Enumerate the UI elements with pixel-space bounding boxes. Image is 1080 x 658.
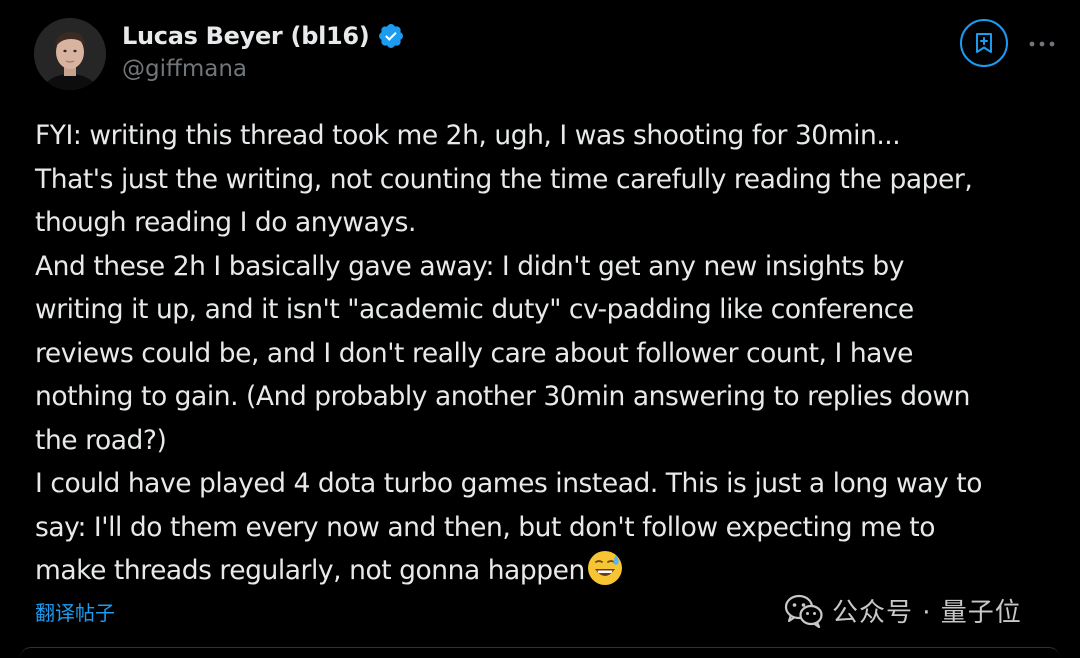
tweet-line: writing it up, and it isn't "academic du… [35, 294, 914, 325]
avatar[interactable] [34, 18, 106, 90]
tweet-line: the road?) [35, 424, 167, 456]
name-row: Lucas Beyer (bl16) [122, 18, 405, 54]
tweet-line-last: make threads regularly, not gonna happen [35, 549, 1065, 593]
tweet-line: That's just the writing, not counting th… [35, 163, 973, 195]
verified-badge-icon [379, 24, 404, 48]
tweet-line: though reading I do anyways. [35, 207, 416, 238]
tweet-line: FYI: writing this thread took me 2h, ugh… [35, 120, 901, 151]
tweet-line: And these 2h I basically gave away: I di… [35, 250, 904, 282]
tweet-line: nothing to gain. (And probably another 3… [35, 381, 970, 412]
tweet-line: reviews could be, and I don't really car… [35, 337, 914, 369]
watermark-text: 公众号 · 量子位 [832, 598, 1022, 628]
bookmark-button[interactable] [960, 19, 1008, 67]
more-horizontal-icon [1029, 41, 1055, 47]
sweat-smile-emoji-icon [587, 551, 622, 585]
tweet-line: say: I'll do them every now and then, bu… [35, 511, 935, 543]
more-button[interactable] [1024, 26, 1060, 62]
tweet-text: FYI: writing this thread took me 2h, ugh… [35, 114, 1065, 593]
tweet-card: Lucas Beyer (bl16) @giffmana FYI: writin… [0, 0, 1080, 653]
tweet-line: I could have played 4 dota turbo games i… [35, 468, 982, 499]
author-block: Lucas Beyer (bl16) @giffmana [122, 18, 405, 82]
bookmark-plus-icon [976, 33, 992, 53]
tweet-line-text: make threads regularly, not gonna happen [35, 555, 585, 586]
handle[interactable]: @giffmana [122, 56, 405, 82]
display-name[interactable]: Lucas Beyer (bl16) [122, 22, 370, 50]
watermark: 公众号 · 量子位 [784, 592, 1022, 629]
translate-post-link[interactable]: 翻译帖子 [35, 597, 115, 626]
avatar-photo-icon [34, 18, 106, 90]
wechat-icon [784, 594, 823, 628]
